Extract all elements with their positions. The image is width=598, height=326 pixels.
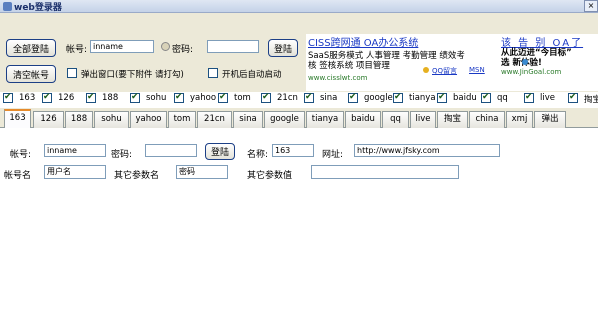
site-check-label: 188 [102,93,119,103]
checkbox[interactable] [437,92,447,103]
checkbox[interactable] [218,92,228,103]
password-label: 密码: [172,45,194,55]
detail-login-button[interactable]: 登陆 [205,143,235,160]
tab-popup[interactable]: 弹出 [534,111,566,128]
app-icon [3,2,12,11]
detail-account-name-label: 帐号名 [4,171,32,181]
tab-live[interactable]: live [410,111,436,128]
site-check-label: 掏宝 [584,95,598,105]
site-tab-strip: 163 126 188 sohu yahoo tom 21cn sina goo… [0,108,598,128]
site-check-label: tianya [409,93,436,103]
checkbox[interactable] [524,92,534,103]
site-check-label: qq [497,93,508,103]
tab-126[interactable]: 126 [33,111,64,128]
checkbox[interactable] [86,92,96,103]
popup-window-label: 弹出窗口(要下附件 请打勾) [81,70,184,80]
site-check-label: 21cn [277,93,298,103]
ad-banner[interactable]: CISS跨网通 OA办公系统 该 告 别 OA了 SaaS服务模式 人事管理 考… [306,34,598,91]
detail-other-param-name-label: 其它参数名 [114,171,160,181]
account-input[interactable]: inname [90,40,154,53]
site-check-label: 163 [19,93,36,103]
detail-account-name-input[interactable]: 用户名 [44,165,106,179]
checkbox[interactable] [174,92,184,103]
title-bar: web登录器 × [0,0,598,13]
checkbox[interactable] [348,92,358,103]
ad-url-left[interactable]: www.cisslwt.com [308,74,367,82]
detail-account-label: 帐号: [10,150,32,160]
ad-qq-link[interactable]: QQ留言 [432,66,457,76]
autostart-checkbox[interactable] [208,68,218,78]
checkbox[interactable] [3,92,13,103]
checkbox[interactable] [261,92,271,103]
detail-name-label: 名称: [247,150,269,160]
checkbox[interactable] [568,92,578,103]
window-title: web登录器 [14,3,62,13]
site-checkbox-row: 163 126 188 sohu yahoo tom 21cn sina goo… [0,92,598,106]
checkbox[interactable] [393,92,403,103]
site-check-label: baidu [453,93,477,103]
tab-qq[interactable]: qq [382,111,409,128]
tab-china[interactable]: china [469,111,505,128]
tab-tianya[interactable]: tianya [306,111,344,128]
tab-tom[interactable]: tom [168,111,196,128]
tab-sina[interactable]: sina [233,111,263,128]
tab-taobao[interactable]: 掏宝 [437,111,468,128]
site-check-label: 126 [58,93,75,103]
account-label: 帐号: [66,45,88,55]
tab-163[interactable]: 163 [4,109,31,128]
site-check-label: yahoo [190,93,217,103]
msn-icon [522,59,528,65]
checkbox[interactable] [304,92,314,103]
tab-baidu[interactable]: baidu [345,111,381,128]
detail-url-label: 网址: [322,150,344,160]
login-all-button[interactable]: 全部登陆 [6,39,56,57]
ad-url-right[interactable]: www.JinGoal.com [501,68,561,76]
password-input[interactable] [207,40,259,53]
ad-msn-link[interactable]: MSN [469,66,485,74]
close-window-button[interactable]: × [584,0,598,12]
checkbox[interactable] [481,92,491,103]
tab-xmj[interactable]: xmj [506,111,533,128]
tab-188[interactable]: 188 [65,111,93,128]
ad-headline-left[interactable]: CISS跨网通 OA办公系统 [308,34,418,49]
tab-sohu[interactable]: sohu [94,111,129,128]
site-check-label: live [540,93,555,103]
popup-window-checkbox[interactable] [67,68,77,78]
detail-name-input[interactable]: 163 [272,144,314,157]
tab-yahoo[interactable]: yahoo [130,111,167,128]
checkbox[interactable] [130,92,140,103]
detail-account-input[interactable]: inname [44,144,106,157]
site-check-label: sohu [146,93,167,103]
login-button[interactable]: 登陆 [268,39,298,57]
autostart-label: 开机后自动启动 [222,70,282,80]
qq-icon [423,67,429,73]
detail-url-input[interactable]: http://www.jfsky.com [354,144,500,157]
tab-google[interactable]: google [264,111,305,128]
clear-account-button[interactable]: 清空帐号 [6,65,56,83]
detail-other-param-value-label: 其它参数值 [247,171,293,181]
site-detail-panel: 帐号: inname 密码: 登陆 名称: 163 网址: http://www… [0,128,598,326]
site-check-label: google [364,93,393,103]
site-check-label: tom [234,93,251,103]
detail-password-input[interactable] [145,144,197,157]
info-icon [161,42,170,51]
detail-other-param-value-input[interactable] [311,165,459,179]
site-check-label: sina [320,93,338,103]
detail-password-label: 密码: [111,150,133,160]
tab-21cn[interactable]: 21cn [197,111,232,128]
ad-text-left-2: 核 签核系统 项目管理 [308,61,390,71]
checkbox[interactable] [42,92,52,103]
detail-other-param-name-input[interactable]: 密码 [176,165,228,179]
